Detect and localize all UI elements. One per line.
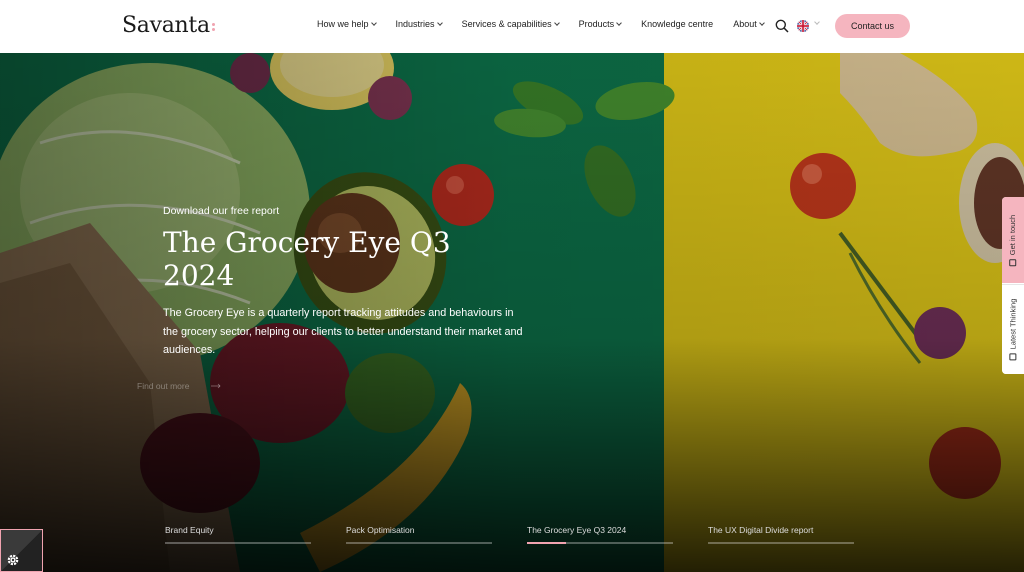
nav-services-capabilities[interactable]: Services & capabilities <box>462 19 560 29</box>
site-header: Savanta How we help Industries Services … <box>0 0 1024 53</box>
chevron-down-icon <box>370 19 377 26</box>
main-nav: How we help Industries Services & capabi… <box>317 19 784 29</box>
gear-icon <box>7 554 19 566</box>
find-out-more-link[interactable]: Find out more <box>137 381 222 391</box>
slide-label: Pack Optimisation <box>346 525 415 535</box>
get-in-touch-tab[interactable]: Get in touch <box>1002 197 1024 283</box>
chevron-down-icon <box>758 19 765 26</box>
nav-products[interactable]: Products <box>579 19 622 29</box>
savanta-logo[interactable]: Savanta <box>122 13 215 38</box>
hero-slide-selector: Brand Equity Pack Optimisation The Groce… <box>165 525 854 544</box>
slide-progress-fill <box>527 542 567 544</box>
hero-description: The Grocery Eye is a quarterly report tr… <box>163 307 523 356</box>
nav-industries[interactable]: Industries <box>396 19 443 29</box>
slide-progress-bar <box>346 542 492 544</box>
slide-label: The Grocery Eye Q3 2024 <box>527 525 627 535</box>
find-out-more-label: Find out more <box>137 381 190 391</box>
hero-eyebrow: Download our free report <box>163 205 280 217</box>
uk-flag-icon[interactable] <box>797 20 809 32</box>
chevron-down-icon <box>553 19 560 26</box>
chat-icon <box>1009 258 1017 266</box>
arrow-right-icon <box>211 383 222 389</box>
hero-content: Download our free report The Grocery Eye… <box>163 205 523 360</box>
slide-brand-equity[interactable]: Brand Equity <box>165 525 311 544</box>
latest-thinking-tab[interactable]: Latest Thinking <box>1002 284 1024 374</box>
slide-progress-bar <box>165 542 311 544</box>
nav-about[interactable]: About <box>733 19 765 29</box>
slide-label: The UX Digital Divide report <box>708 525 814 535</box>
slide-progress-bar <box>708 542 854 544</box>
nav-knowledge-centre[interactable]: Knowledge centre <box>641 19 713 29</box>
chevron-down-icon <box>436 19 443 26</box>
contact-us-button[interactable]: Contact us <box>835 14 910 38</box>
hero-title: The Grocery Eye Q3 2024 <box>163 226 451 292</box>
slide-grocery-eye[interactable]: The Grocery Eye Q3 2024 <box>527 525 673 544</box>
nav-how-we-help[interactable]: How we help <box>317 19 377 29</box>
slide-ux-digital-divide[interactable]: The UX Digital Divide report <box>708 525 854 544</box>
get-in-touch-label: Get in touch <box>1008 214 1018 255</box>
chevron-down-icon <box>616 19 622 26</box>
latest-thinking-label: Latest Thinking <box>1008 298 1018 350</box>
document-icon <box>1009 353 1017 361</box>
language-chevron-icon[interactable] <box>814 19 820 25</box>
hero-banner: Download our free report The Grocery Eye… <box>0 53 1024 572</box>
cookie-settings-button[interactable] <box>0 529 43 572</box>
slide-progress-bar <box>527 542 673 544</box>
slide-pack-optimisation[interactable]: Pack Optimisation <box>346 525 492 544</box>
search-icon[interactable] <box>775 19 789 33</box>
slide-label: Brand Equity <box>165 525 214 535</box>
side-tabs: Get in touch Latest Thinking <box>1002 197 1024 374</box>
